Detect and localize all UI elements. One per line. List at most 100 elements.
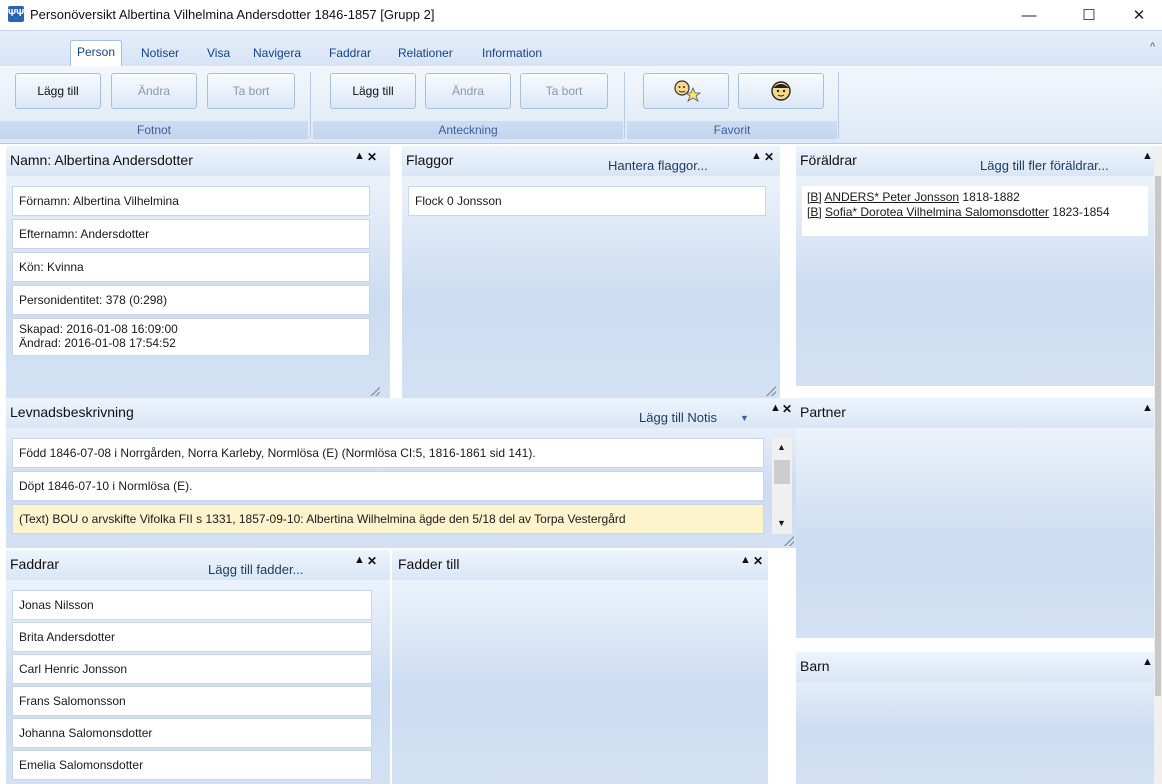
dropdown-icon[interactable]: ▼ xyxy=(740,413,749,423)
personidentitet-field[interactable]: Personidentitet: 378 (0:298) xyxy=(12,285,370,315)
add-parents-link[interactable]: Lägg till fler föräldrar... xyxy=(980,158,1109,173)
fadder-item[interactable]: Emelia Salomonsdotter xyxy=(12,750,372,780)
partner-panel: Partner ▲ xyxy=(796,398,1154,638)
faddrar-panel: Faddrar Lägg till fadder... ▲ ✕ Jonas Ni… xyxy=(6,550,390,784)
pin-icon[interactable]: ▲ xyxy=(354,150,365,162)
pin-icon[interactable]: ▲ xyxy=(751,150,762,162)
group-label-anteckning: Anteckning xyxy=(313,121,623,139)
fadder-item[interactable]: Brita Andersdotter xyxy=(12,622,372,652)
window-title: Personöversikt Albertina Vilhelmina Ande… xyxy=(30,7,435,22)
scroll-thumb[interactable] xyxy=(774,460,790,484)
panel-header: Fadder till ▲ ✕ xyxy=(392,550,768,580)
title-bar: ΨΨ Personöversikt Albertina Vilhelmina A… xyxy=(0,0,1162,30)
parent-name-link[interactable]: ANDERS* Peter Jonsson xyxy=(824,190,959,204)
levnadsbeskrivning-panel: Levnadsbeskrivning Lägg till Notis ▼ ▲ ✕… xyxy=(6,398,796,548)
fadder-item[interactable]: Johanna Salomonsdotter xyxy=(12,718,372,748)
notis-item[interactable]: Född 1846-07-08 i Norrgården, Norra Karl… xyxy=(12,438,764,468)
group-label-fotnot: Fotnot xyxy=(0,121,308,139)
pin-icon[interactable]: ▲ xyxy=(1142,402,1153,414)
collapse-ribbon-icon[interactable]: ^ xyxy=(1150,41,1155,53)
parent-name-link[interactable]: Sofia* Dorotea Vilhelmina Salomonsdotter xyxy=(825,205,1049,219)
parent-row: [B] Sofia* Dorotea Vilhelmina Salomonsdo… xyxy=(807,205,1143,220)
resize-grip[interactable] xyxy=(766,386,776,396)
add-notis-link[interactable]: Lägg till Notis xyxy=(639,410,717,425)
foraldrar-panel: Föräldrar Lägg till fler föräldrar... ▲ … xyxy=(796,146,1154,386)
levnad-title: Levnadsbeskrivning xyxy=(10,404,134,420)
anteckning-add-button[interactable]: Lägg till xyxy=(330,73,416,109)
panel-header: Föräldrar Lägg till fler föräldrar... ▲ xyxy=(796,146,1154,176)
kon-field[interactable]: Kön: Kvinna xyxy=(12,252,370,282)
panel-header: Flaggor Hantera flaggor... ▲ ✕ xyxy=(402,146,780,176)
fornamn-field[interactable]: Förnamn: Albertina Vilhelmina xyxy=(12,186,370,216)
parents-list: [B] ANDERS* Peter Jonsson 1818-1882 [B] … xyxy=(802,186,1148,236)
ribbon: Lägg till Ändra Ta bort Fotnot Lägg till… xyxy=(0,66,1162,144)
namn-panel: Namn: Albertina Andersdotter ▲ ✕ Förnamn… xyxy=(6,146,390,398)
changed-text: Ändrad: 2016-01-08 17:54:52 xyxy=(19,336,176,350)
tab-notiser[interactable]: Notiser xyxy=(135,42,185,66)
resize-grip[interactable] xyxy=(370,386,380,396)
close-window-button[interactable]: ✕ xyxy=(1116,0,1162,30)
notis-item[interactable]: Döpt 1846-07-10 i Normlösa (E). xyxy=(12,471,764,501)
close-panel-icon[interactable]: ✕ xyxy=(764,150,774,164)
pin-icon[interactable]: ▲ xyxy=(354,554,365,566)
fadder-till-title: Fadder till xyxy=(398,556,460,572)
timestamps-field: Skapad: 2016-01-08 16:09:00 Ändrad: 2016… xyxy=(12,318,370,356)
parent-years: 1818-1882 xyxy=(962,190,1020,204)
group-separator xyxy=(838,72,839,138)
partner-title: Partner xyxy=(800,404,846,420)
fadder-item[interactable]: Frans Salomonsson xyxy=(12,686,372,716)
group-label-favorit: Favorit xyxy=(627,121,837,139)
fadder-till-panel: Fadder till ▲ ✕ xyxy=(392,550,768,784)
tab-relationer[interactable]: Relationer xyxy=(392,42,459,66)
scroll-down-icon[interactable]: ▼ xyxy=(777,518,786,528)
hantera-flaggor-link[interactable]: Hantera flaggor... xyxy=(608,158,708,173)
pin-icon[interactable]: ▲ xyxy=(770,402,781,414)
tab-information[interactable]: Information xyxy=(476,42,548,66)
parent-tag[interactable]: [B] xyxy=(807,190,822,204)
add-fadder-link[interactable]: Lägg till fadder... xyxy=(208,562,303,577)
resize-grip[interactable] xyxy=(784,536,794,546)
notis-item-selected[interactable]: (Text) BOU o arvskifte Vifolka FII s 133… xyxy=(12,504,764,534)
main-vertical-scrollbar[interactable] xyxy=(1154,146,1162,784)
star-person-icon xyxy=(674,80,702,102)
pin-icon[interactable]: ▲ xyxy=(1142,150,1153,162)
pin-icon[interactable]: ▲ xyxy=(1142,656,1153,668)
close-panel-icon[interactable]: ✕ xyxy=(753,554,763,568)
panel-header: Levnadsbeskrivning Lägg till Notis ▼ ▲ ✕ xyxy=(6,398,796,428)
vertical-scrollbar[interactable]: ▲ ▼ xyxy=(772,438,792,534)
namn-title: Namn: Albertina Andersdotter xyxy=(10,152,193,168)
close-panel-icon[interactable]: ✕ xyxy=(782,402,792,416)
minimize-button[interactable]: — xyxy=(1006,0,1052,30)
panel-header: Partner ▲ xyxy=(796,398,1154,428)
scroll-thumb[interactable] xyxy=(1155,176,1161,696)
parent-tag[interactable]: [B] xyxy=(807,205,822,219)
tab-visa[interactable]: Visa xyxy=(201,42,236,66)
fotnot-edit-button[interactable]: Ändra xyxy=(111,73,197,109)
anteckning-edit-button[interactable]: Ändra xyxy=(425,73,511,109)
efternamn-field[interactable]: Efternamn: Andersdotter xyxy=(12,219,370,249)
fadder-item[interactable]: Jonas Nilsson xyxy=(12,590,372,620)
tab-navigera[interactable]: Navigera xyxy=(247,42,307,66)
close-panel-icon[interactable]: ✕ xyxy=(367,554,377,568)
group-separator xyxy=(310,72,311,138)
flaggor-panel: Flaggor Hantera flaggor... ▲ ✕ Flock 0 J… xyxy=(402,146,780,398)
flag-item[interactable]: Flock 0 Jonsson xyxy=(408,186,766,216)
foraldrar-title: Föräldrar xyxy=(800,152,857,168)
fotnot-add-button[interactable]: Lägg till xyxy=(15,73,101,109)
maximize-button[interactable]: ☐ xyxy=(1066,0,1112,30)
barn-panel: Barn ▲ xyxy=(796,652,1154,784)
parent-years: 1823-1854 xyxy=(1052,205,1110,219)
fotnot-delete-button[interactable]: Ta bort xyxy=(207,73,295,109)
pin-icon[interactable]: ▲ xyxy=(740,554,751,566)
anteckning-delete-button[interactable]: Ta bort xyxy=(520,73,608,109)
barn-title: Barn xyxy=(800,658,830,674)
favorite-person-button[interactable] xyxy=(738,73,824,109)
scroll-up-icon[interactable]: ▲ xyxy=(777,442,786,452)
favorite-star-button[interactable] xyxy=(643,73,729,109)
fadder-item[interactable]: Carl Henric Jonsson xyxy=(12,654,372,684)
face-icon xyxy=(771,81,791,101)
panel-header: Faddrar Lägg till fadder... ▲ ✕ xyxy=(6,550,390,580)
tab-faddrar[interactable]: Faddrar xyxy=(323,42,377,66)
tab-person[interactable]: Person xyxy=(70,40,123,67)
close-panel-icon[interactable]: ✕ xyxy=(367,150,377,164)
